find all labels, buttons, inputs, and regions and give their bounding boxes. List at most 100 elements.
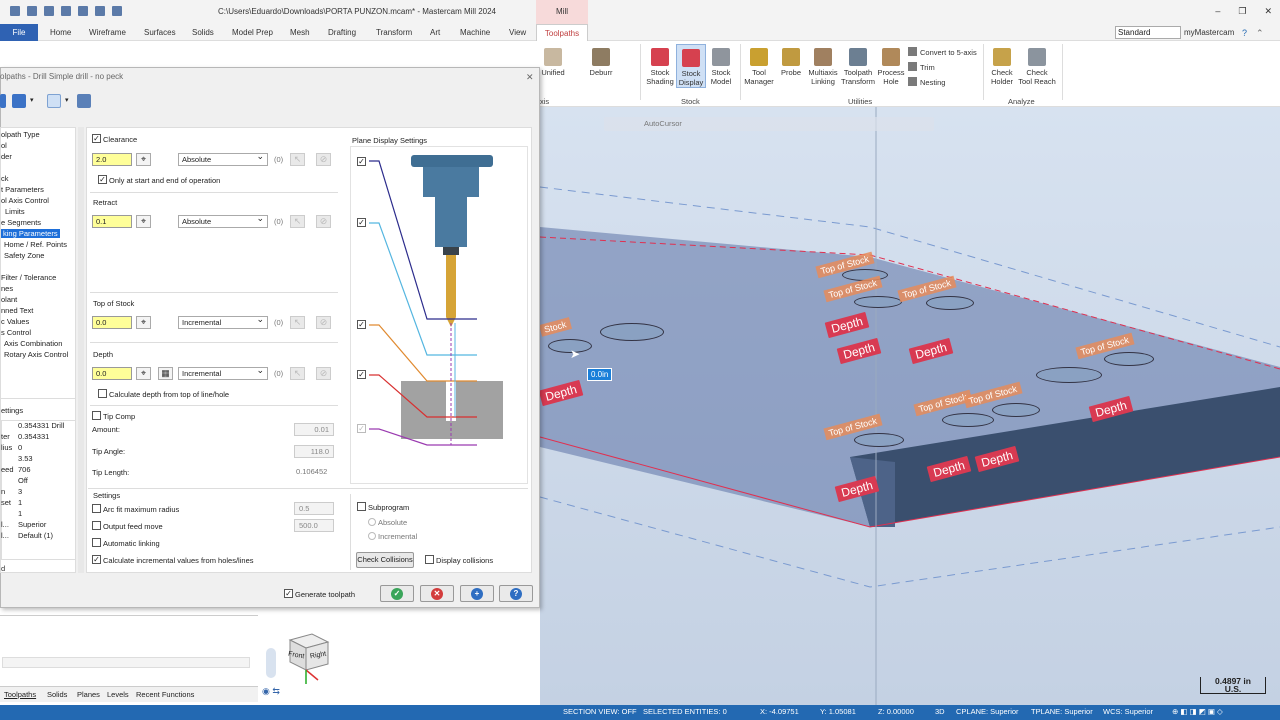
tab-model-prep[interactable]: Model Prep bbox=[232, 24, 273, 41]
tree-item[interactable]: t Parameters bbox=[1, 185, 44, 194]
tab-toolpaths[interactable]: Toolpaths bbox=[536, 24, 588, 41]
zoom-slider[interactable] bbox=[266, 648, 276, 678]
apply-button[interactable]: + bbox=[460, 585, 494, 602]
tree-item[interactable]: ol Axis Control bbox=[1, 196, 49, 205]
tab-transform[interactable]: Transform bbox=[376, 24, 412, 41]
mymastercam-link[interactable]: myMastercam bbox=[1184, 28, 1234, 37]
tab-wireframe[interactable]: Wireframe bbox=[89, 24, 126, 41]
tab-toolpaths-manager[interactable]: Toolpaths bbox=[4, 690, 36, 699]
tab-recent-functions[interactable]: Recent Functions bbox=[136, 690, 194, 699]
clearance-select-point-icon[interactable]: ⌖ bbox=[136, 153, 151, 166]
nesting-button[interactable]: Nesting bbox=[908, 77, 945, 87]
tab-mesh[interactable]: Mesh bbox=[290, 24, 310, 41]
view-arrows-icon[interactable]: ◉ ⇆ bbox=[262, 686, 280, 697]
top-of-stock-input[interactable]: 0.0 bbox=[92, 316, 132, 329]
settings-gear-icon[interactable] bbox=[47, 94, 61, 108]
horizontal-scrollbar[interactable] bbox=[2, 657, 250, 668]
tab-planes-manager[interactable]: Planes bbox=[77, 690, 100, 699]
clearance-mode-select[interactable]: Absolute bbox=[178, 151, 268, 166]
tree-item[interactable]: Home / Ref. Points bbox=[4, 240, 67, 249]
selected-entities-status[interactable]: SELECTED ENTITIES: 0 bbox=[643, 707, 727, 716]
quick-access-toolbar[interactable] bbox=[10, 6, 129, 18]
clearance-input[interactable]: 2.0 bbox=[92, 153, 132, 166]
toolbar-edge-icon[interactable] bbox=[0, 94, 6, 108]
new-file-icon[interactable] bbox=[10, 6, 20, 16]
top-of-stock-select-point-icon[interactable]: ⌖ bbox=[136, 316, 151, 329]
tab-solids[interactable]: Solids bbox=[192, 24, 214, 41]
tab-drafting[interactable]: Drafting bbox=[328, 24, 356, 41]
graphics-viewport[interactable]: AutoCursor Stock Top of Stock Top of Sto… bbox=[540, 107, 1280, 705]
retract-plane-checkbox[interactable]: ✓ bbox=[357, 218, 366, 227]
clearance-checkbox[interactable]: ✓ bbox=[92, 134, 101, 143]
view-nav-bar[interactable] bbox=[1252, 183, 1266, 603]
calc-incremental-checkbox[interactable]: ✓ bbox=[92, 555, 101, 564]
tab-view[interactable]: View bbox=[509, 24, 526, 41]
save-as-icon[interactable] bbox=[44, 6, 54, 16]
collapse-ribbon-icon[interactable]: ⌃ bbox=[1256, 28, 1264, 39]
stock-display-button[interactable]: Stock Display bbox=[676, 44, 706, 88]
redo-icon[interactable] bbox=[112, 6, 122, 16]
standard-dropdown[interactable]: Standard bbox=[1115, 26, 1181, 39]
tree-item[interactable]: der bbox=[1, 152, 12, 161]
generate-toolpath-checkbox[interactable]: ✓ bbox=[284, 589, 293, 598]
depth-select-point-icon[interactable]: ⌖ bbox=[136, 367, 151, 380]
window-controls[interactable]: – ❐ ✕ bbox=[1197, 6, 1272, 17]
tree-item[interactable]: ck bbox=[1, 174, 9, 183]
wcs-status[interactable]: WCS: Superior bbox=[1103, 707, 1153, 716]
tree-item-selected[interactable]: king Parameters bbox=[1, 229, 60, 238]
process-hole-button[interactable]: Process Hole bbox=[876, 44, 906, 86]
convert-5axis-button[interactable]: Convert to 5-axis bbox=[908, 47, 977, 57]
retract-mode-select[interactable]: Absolute bbox=[178, 213, 268, 228]
tree-splitter[interactable] bbox=[78, 127, 84, 573]
tree-item[interactable]: ol bbox=[1, 141, 7, 150]
tree-item[interactable]: nned Text bbox=[1, 306, 33, 315]
trim-button[interactable]: Trim bbox=[908, 62, 935, 72]
tplane-status[interactable]: TPLANE: Superior bbox=[1031, 707, 1093, 716]
toolpath-transform-button[interactable]: Toolpath Transform bbox=[840, 44, 876, 86]
tree-item[interactable]: e Segments bbox=[1, 218, 41, 227]
tree-item[interactable]: Filter / Tolerance bbox=[1, 273, 56, 282]
tab-file[interactable]: File bbox=[0, 24, 38, 41]
cancel-button[interactable]: ✕ bbox=[420, 585, 454, 602]
tree-item[interactable]: Axis Combination bbox=[4, 339, 62, 348]
settings-dropdown-arrow-icon[interactable]: ▾ bbox=[65, 96, 69, 104]
tab-art[interactable]: Art bbox=[430, 24, 440, 41]
section-view-status[interactable]: SECTION VIEW: OFF bbox=[563, 707, 637, 716]
dialog-close-icon[interactable]: ✕ bbox=[526, 72, 534, 83]
save-icon[interactable] bbox=[27, 6, 37, 16]
retract-input[interactable]: 0.1 bbox=[92, 215, 132, 228]
help-icon[interactable]: ? bbox=[1242, 28, 1247, 38]
calc-depth-checkbox[interactable] bbox=[98, 389, 107, 398]
top-stock-plane-checkbox[interactable]: ✓ bbox=[357, 320, 366, 329]
unified-button[interactable]: Unified bbox=[538, 44, 568, 77]
export-icon[interactable] bbox=[12, 94, 26, 108]
collapse-tree-icon[interactable] bbox=[77, 94, 91, 108]
subprogram-checkbox[interactable] bbox=[357, 502, 366, 511]
print-icon[interactable] bbox=[61, 6, 71, 16]
status-view-icons[interactable]: ⊕ ◧ ◨ ◩ ▣ ◇ bbox=[1172, 707, 1223, 716]
tool-manager-button[interactable]: Tool Manager bbox=[742, 44, 776, 86]
tree-item[interactable]: olant bbox=[1, 295, 17, 304]
tree-item[interactable]: Safety Zone bbox=[4, 251, 44, 260]
tip-comp-checkbox[interactable] bbox=[92, 411, 101, 420]
tree-item[interactable]: s Control bbox=[1, 328, 31, 337]
only-start-end-checkbox[interactable]: ✓ bbox=[98, 175, 107, 184]
probe-button[interactable]: Probe bbox=[778, 44, 804, 77]
arc-fit-checkbox[interactable] bbox=[92, 504, 101, 513]
tip-angle-input[interactable]: 118.0 bbox=[294, 445, 334, 458]
tree-item[interactable]: c Values bbox=[1, 317, 29, 326]
depth-plane-checkbox[interactable]: ✓ bbox=[357, 370, 366, 379]
depth-mode-select[interactable]: Incremental bbox=[178, 365, 268, 380]
export-dropdown-arrow-icon[interactable]: ▾ bbox=[30, 96, 34, 104]
tree-item[interactable]: olpath Type bbox=[1, 130, 40, 139]
cplane-status[interactable]: CPLANE: Superior bbox=[956, 707, 1019, 716]
mode-3d-toggle[interactable]: 3D bbox=[935, 707, 945, 716]
stock-shading-button[interactable]: Stock Shading bbox=[644, 44, 676, 86]
auto-linking-checkbox[interactable] bbox=[92, 538, 101, 547]
tab-solids-manager[interactable]: Solids bbox=[47, 690, 67, 699]
tab-machine[interactable]: Machine bbox=[460, 24, 490, 41]
tip-amount-input[interactable]: 0.01 bbox=[294, 423, 334, 436]
tab-home[interactable]: Home bbox=[50, 24, 71, 41]
tab-levels-manager[interactable]: Levels bbox=[107, 690, 129, 699]
deburr-button[interactable]: Deburr bbox=[586, 44, 616, 77]
